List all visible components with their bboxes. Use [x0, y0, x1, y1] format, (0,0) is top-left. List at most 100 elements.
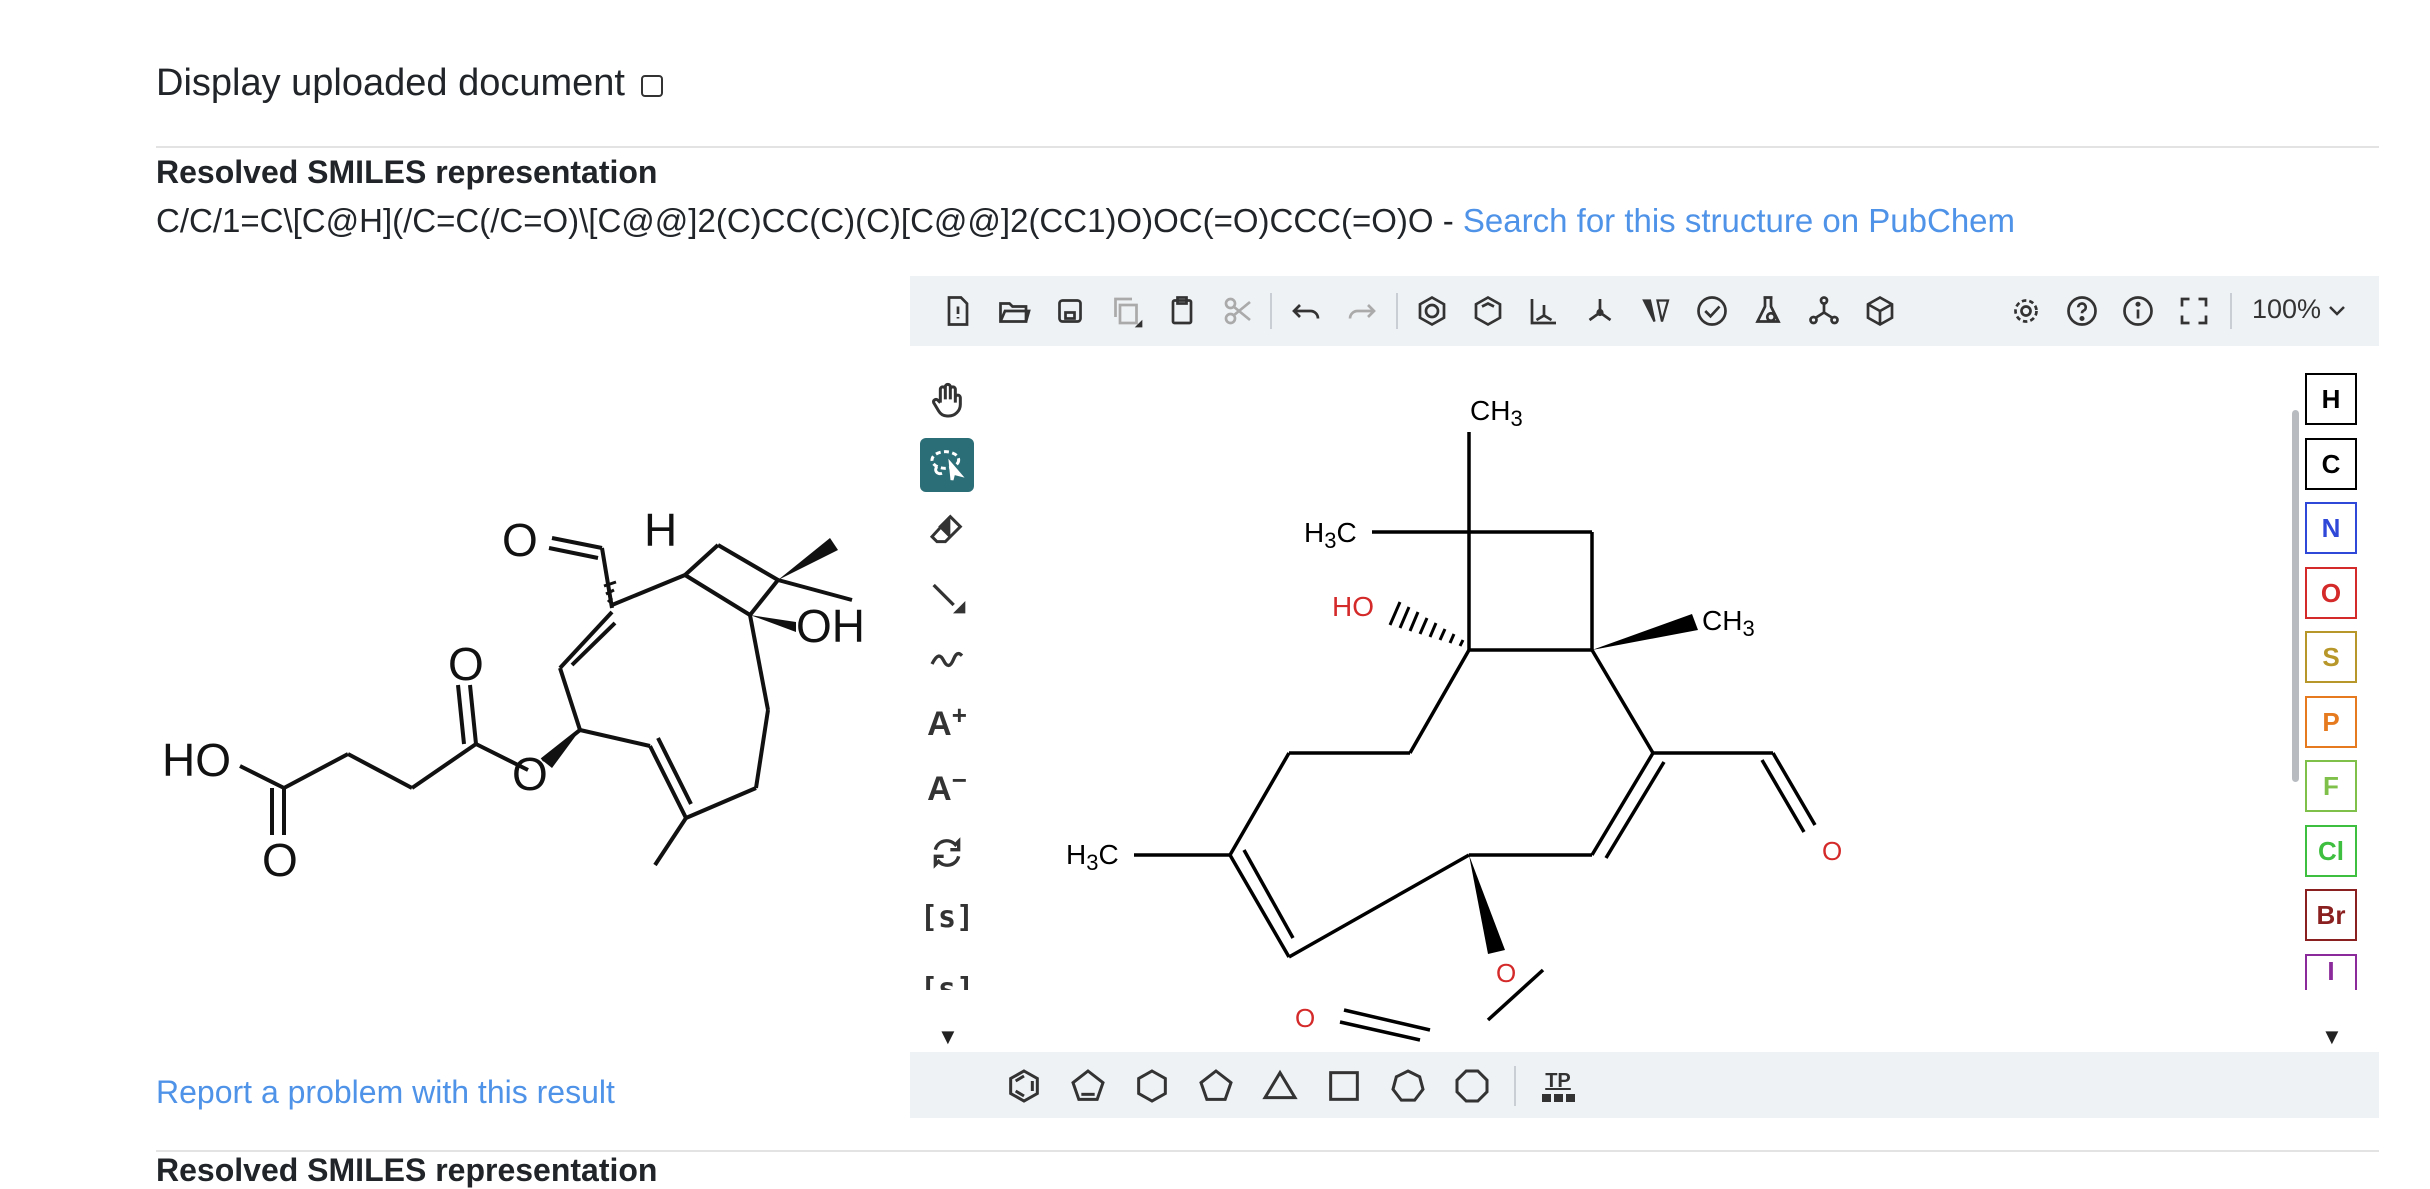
minus-icon: − — [951, 764, 967, 795]
charge-minus-label: A — [927, 769, 952, 808]
source-o-aldehyde: O — [502, 514, 538, 566]
toolbar-separator — [2230, 293, 2232, 329]
canvas-o-ester: O — [1496, 958, 1516, 988]
dearomatize-icon[interactable] — [1466, 289, 1510, 333]
element-button-s[interactable]: S — [2305, 631, 2357, 683]
source-ho: HO — [162, 734, 231, 786]
check-structure-icon[interactable] — [1690, 289, 1734, 333]
display-uploaded-checkbox[interactable] — [640, 74, 663, 97]
cyclobutane-template-icon[interactable] — [1322, 1064, 1366, 1108]
sgroup-label: [s] — [919, 899, 975, 935]
element-button-p[interactable]: P — [2305, 696, 2357, 748]
template-library-label: TP — [1545, 1069, 1571, 1092]
display-uploaded-label: Display uploaded document — [156, 62, 625, 104]
source-o-ester: O — [512, 748, 548, 800]
stereo-icon[interactable] — [1634, 289, 1678, 333]
sgroup-cut-label: [s] — [920, 972, 974, 990]
canvas-h3c-upper: H3C — [1304, 517, 1357, 553]
calculate-icon[interactable] — [1746, 289, 1790, 333]
undo-icon[interactable] — [1284, 289, 1328, 333]
bottom-toolbar-separator — [1514, 1066, 1516, 1106]
canvas-o-aldehyde: O — [1822, 836, 1842, 866]
display-uploaded-document: Display uploaded document — [156, 62, 663, 105]
pubchem-link[interactable]: Search for this structure on PubChem — [1463, 202, 2015, 239]
source-structure-image: O H OH O HO O O — [162, 504, 865, 886]
cyclohexane-template-icon[interactable] — [1130, 1064, 1174, 1108]
left-scroll-down-arrow-icon[interactable]: ▼ — [937, 1024, 959, 1050]
source-h: H — [644, 504, 677, 556]
layout-icon[interactable] — [1522, 289, 1566, 333]
zoom-value: 100% — [2251, 294, 2321, 324]
lasso-icon — [930, 450, 965, 481]
element-button-n[interactable]: N — [2305, 502, 2357, 554]
editor-canvas[interactable]: CH3 H3C HO CH3 H3C O O O — [1000, 350, 2270, 1050]
eraser-icon — [929, 514, 963, 544]
plus-icon: + — [951, 699, 967, 730]
divider — [156, 146, 2379, 148]
smiles-line: C/C/1=C\[C@H](/C=C(/C=O)\[C@@]2(C)CC(C)(… — [156, 202, 2015, 240]
cyclooctane-template-icon[interactable] — [1450, 1064, 1494, 1108]
template-grid-icon — [1541, 1093, 1575, 1102]
rotate-tool[interactable] — [920, 826, 974, 880]
report-problem-link[interactable]: Report a problem with this result — [156, 1074, 615, 1111]
help-icon[interactable] — [2060, 289, 2104, 333]
element-button-cl[interactable]: Cl — [2305, 825, 2357, 877]
fullscreen-icon[interactable] — [2172, 289, 2216, 333]
cyclopentane-template-icon[interactable] — [1194, 1064, 1238, 1108]
resolved-smiles-heading-next: Resolved SMILES representation — [156, 1152, 658, 1188]
smiles-separator: - — [1433, 202, 1463, 239]
element-button-i[interactable]: I — [2305, 954, 2357, 990]
settings-icon[interactable] — [2004, 289, 2048, 333]
element-button-c[interactable]: C — [2305, 438, 2357, 490]
open-folder-icon[interactable] — [992, 289, 1036, 333]
resolved-smiles-heading: Resolved SMILES representation — [156, 154, 658, 190]
canvas-o-carbonyl: O — [1295, 1003, 1315, 1033]
cyclopropane-template-icon[interactable] — [1258, 1064, 1302, 1108]
cycloheptane-template-icon[interactable] — [1386, 1064, 1430, 1108]
editor-top-toolbar: 100% — [910, 276, 2379, 346]
single-bond-icon — [932, 583, 966, 614]
zoom-select[interactable]: 100% — [2252, 294, 2347, 325]
hand-tool[interactable] — [920, 374, 974, 428]
aromatize-icon[interactable] — [1410, 289, 1454, 333]
canvas-ho: HO — [1332, 591, 1374, 622]
element-button-o[interactable]: O — [2305, 567, 2357, 619]
charge-plus-tool[interactable]: A + — [920, 697, 974, 751]
source-oh: OH — [796, 600, 865, 652]
rotate-icon — [933, 837, 961, 869]
about-icon[interactable] — [2116, 289, 2160, 333]
hand-icon — [932, 382, 962, 418]
element-button-br[interactable]: Br — [2305, 889, 2357, 941]
paste-icon[interactable] — [1160, 289, 1204, 333]
source-o-ester-carbonyl: O — [448, 638, 484, 690]
cut-icon[interactable] — [1216, 289, 1260, 333]
lasso-select-tool[interactable] — [920, 438, 974, 492]
toolbar-separator — [1270, 293, 1272, 329]
element-button-f[interactable]: F — [2305, 760, 2357, 812]
canvas-scrollbar[interactable] — [2292, 410, 2299, 782]
template-library-button[interactable]: TP — [1536, 1064, 1580, 1108]
bond-tool[interactable] — [920, 568, 974, 622]
right-scroll-down-arrow-icon[interactable]: ▼ — [2321, 1024, 2343, 1050]
canvas-ch3-top: CH3 — [1470, 395, 1523, 431]
element-button-h[interactable]: H — [2305, 373, 2357, 425]
chain-icon — [930, 651, 964, 668]
copy-icon[interactable] — [1104, 289, 1148, 333]
charge-minus-tool[interactable]: A − — [920, 762, 974, 816]
sgroup-tool[interactable]: [s] — [920, 890, 974, 944]
new-file-icon[interactable] — [936, 289, 980, 333]
canvas-h3c-lower: H3C — [1066, 839, 1119, 875]
eraser-tool[interactable] — [920, 503, 974, 557]
redo-icon[interactable] — [1340, 289, 1384, 333]
charge-plus-label: A — [927, 704, 952, 743]
clean-icon[interactable] — [1578, 289, 1622, 333]
benzene-template-icon[interactable] — [1002, 1064, 1046, 1108]
chevron-down-icon — [2327, 294, 2347, 325]
toolbar-separator — [1396, 293, 1398, 329]
3d-viewer-icon[interactable] — [1858, 289, 1902, 333]
chain-tool[interactable] — [920, 632, 974, 686]
cyclopentadiene-template-icon[interactable] — [1066, 1064, 1110, 1108]
recognize-icon[interactable] — [1802, 289, 1846, 333]
sgroup-cut-tool[interactable]: [s] — [920, 972, 974, 990]
save-icon[interactable] — [1048, 289, 1092, 333]
